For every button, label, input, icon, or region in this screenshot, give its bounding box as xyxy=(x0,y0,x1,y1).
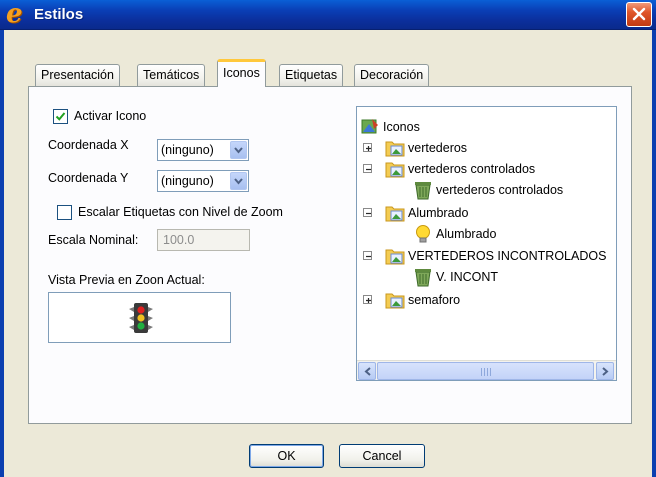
scroll-thumb[interactable] xyxy=(377,362,594,380)
folder-layer-icon xyxy=(385,162,405,178)
estilos-dialog: e Estilos Presentación Temáticos Iconos … xyxy=(0,0,656,477)
tab-iconos[interactable]: Iconos xyxy=(217,59,266,87)
coord-y-select[interactable]: (ninguno) xyxy=(157,170,249,192)
tab-presentacion[interactable]: Presentación xyxy=(35,64,120,86)
scroll-right-button[interactable] xyxy=(596,362,614,380)
lightbulb-icon xyxy=(416,225,430,243)
collapse-icon[interactable] xyxy=(363,164,372,173)
escala-nominal-input[interactable]: 100.0 xyxy=(157,229,250,251)
escalar-etiquetas-checkbox[interactable] xyxy=(57,205,72,220)
app-logo-icon: e xyxy=(6,0,23,29)
tree-root-label: Iconos xyxy=(383,120,420,134)
tree-child-label: vertederos controlados xyxy=(436,183,564,197)
checkmark-icon xyxy=(55,112,66,121)
vista-previa-box xyxy=(48,292,231,343)
window-frame-left xyxy=(0,30,4,477)
tab-decoracion[interactable]: Decoración xyxy=(354,64,430,86)
coord-x-select[interactable]: (ninguno) xyxy=(157,139,249,161)
trash-can-icon xyxy=(415,182,431,200)
chevron-right-icon xyxy=(602,367,609,376)
close-icon xyxy=(632,7,646,21)
collapse-icon[interactable] xyxy=(363,208,372,217)
tree-item-label: semaforo xyxy=(408,293,461,307)
expand-icon[interactable] xyxy=(363,143,372,152)
chevron-down-icon xyxy=(234,147,243,154)
folder-layer-icon xyxy=(385,206,405,222)
coord-y-value: (ninguno) xyxy=(161,174,214,188)
iconos-tree[interactable]: Iconos vertederos vertederos controlados… xyxy=(356,106,617,381)
tab-etiquetas[interactable]: Etiquetas xyxy=(279,64,344,86)
coord-x-value: (ninguno) xyxy=(161,143,214,157)
tree-item-label: Alumbrado xyxy=(408,206,469,220)
coord-x-dropdown-button[interactable] xyxy=(230,141,247,159)
vista-previa-label: Vista Previa en Zoon Actual: xyxy=(48,273,205,287)
ok-button[interactable]: OK xyxy=(249,444,324,468)
tree-item-label: vertederos controlados xyxy=(408,162,536,176)
layers-icon xyxy=(361,119,378,134)
folder-layer-icon xyxy=(385,249,405,265)
close-button[interactable] xyxy=(626,2,652,27)
tree-child-label: Alumbrado xyxy=(436,227,497,241)
window-title: Estilos xyxy=(34,6,84,23)
tree-child-label: V. INCONT xyxy=(436,270,499,284)
tab-tematicos[interactable]: Temáticos xyxy=(137,64,206,86)
tree-item-label: VERTEDEROS INCONTROLADOS xyxy=(408,249,607,263)
window-frame-right xyxy=(652,30,656,477)
escala-nominal-label: Escala Nominal: xyxy=(48,233,139,247)
tree-item-label: vertederos xyxy=(408,141,468,155)
escalar-etiquetas-label: Escalar Etiquetas con Nivel de Zoom xyxy=(78,205,283,219)
collapse-icon[interactable] xyxy=(363,251,372,260)
traffic-light-icon xyxy=(129,303,153,333)
expand-icon[interactable] xyxy=(363,295,372,304)
trash-can-icon xyxy=(415,269,431,287)
scroll-left-button[interactable] xyxy=(358,362,376,380)
activar-icono-label: Activar Icono xyxy=(74,109,147,123)
chevron-down-icon xyxy=(234,178,243,185)
tree-horizontal-scrollbar[interactable] xyxy=(357,360,616,380)
coord-y-label: Coordenada Y xyxy=(48,171,129,185)
chevron-left-icon xyxy=(364,367,371,376)
title-bar[interactable]: e Estilos xyxy=(0,0,656,30)
activar-icono-checkbox[interactable] xyxy=(53,109,68,124)
folder-layer-icon xyxy=(385,293,405,309)
folder-layer-icon xyxy=(385,141,405,157)
coord-y-dropdown-button[interactable] xyxy=(230,172,247,190)
cancel-button[interactable]: Cancel xyxy=(339,444,425,468)
coord-x-label: Coordenada X xyxy=(48,138,129,152)
